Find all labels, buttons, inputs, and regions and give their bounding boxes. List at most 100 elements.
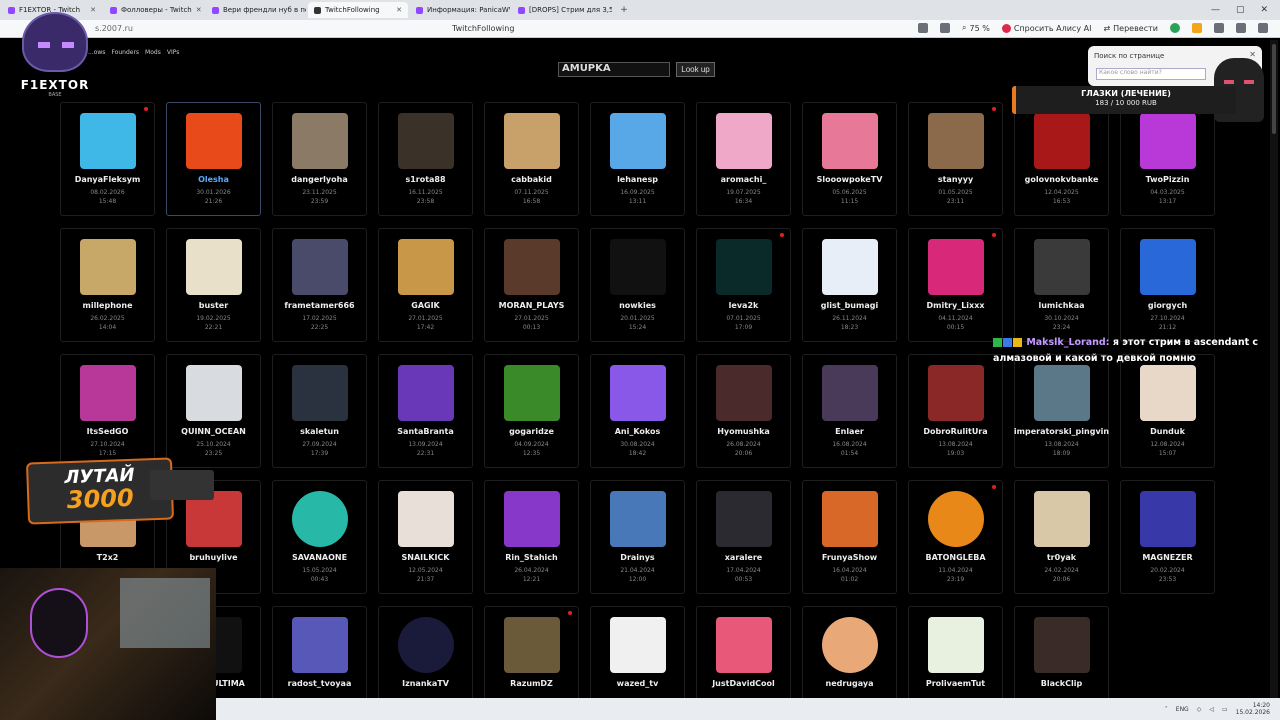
channel-name[interactable]: Rin_Stahich (505, 553, 557, 562)
avatar[interactable] (609, 113, 666, 169)
follow-card[interactable]: Hyomushka 26.08.2024 20:06 (696, 354, 791, 468)
follow-card[interactable]: tr0yak 24.02.2024 20:06 (1014, 480, 1109, 594)
minimize-icon[interactable]: — (1211, 5, 1220, 15)
url-field[interactable]: s.2007.ru (95, 24, 133, 33)
follow-card[interactable]: Ani_Kokos 30.08.2024 18:42 (590, 354, 685, 468)
avatar[interactable] (503, 617, 560, 673)
channel-name[interactable]: QUINN_OCEAN (181, 427, 246, 436)
channel-name[interactable]: GAGIK (411, 301, 440, 310)
avatar[interactable] (503, 113, 560, 169)
channel-name[interactable]: SAVANAONE (292, 553, 347, 562)
follow-card[interactable]: Olesha 30.01.2026 21:26 (166, 102, 261, 216)
channel-name[interactable]: dangerlyoha (291, 175, 347, 184)
channel-name[interactable]: Drainys (620, 553, 654, 562)
follow-card[interactable]: MAGNEZER 20.02.2024 23:53 (1120, 480, 1215, 594)
avatar[interactable] (1139, 365, 1196, 421)
channel-name[interactable]: millephone (82, 301, 132, 310)
follow-card[interactable]: BATONGLEBA 11.04.2024 23:19 (908, 480, 1003, 594)
follow-card[interactable]: cabbakid 07.11.2025 16:58 (484, 102, 579, 216)
follow-card[interactable]: s1rota88 16.11.2025 23:58 (378, 102, 473, 216)
channel-name[interactable]: MAGNEZER (1142, 553, 1192, 562)
follow-card[interactable]: Enlaer 16.08.2024 01:54 (802, 354, 897, 468)
follow-card[interactable]: frametamer666 17.02.2025 22:25 (272, 228, 367, 342)
channel-name[interactable]: radost_tvoyaa (288, 679, 352, 688)
avatar[interactable] (291, 491, 348, 547)
avatar[interactable] (715, 491, 772, 547)
channel-name[interactable]: IznankaTV (402, 679, 449, 688)
follow-card[interactable]: SAVANAONE 15.05.2024 00:43 (272, 480, 367, 594)
follow-card[interactable]: Drainys 21.04.2024 12:00 (590, 480, 685, 594)
translate-button[interactable]: ⇄ Перевести (1103, 24, 1158, 33)
channel-name[interactable]: bruhuylive (189, 553, 237, 562)
channel-name[interactable]: aromachi_ (721, 175, 767, 184)
channel-name[interactable]: frametamer666 (284, 301, 354, 310)
follow-card[interactable]: lehanesp 16.09.2025 13:11 (590, 102, 685, 216)
avatar[interactable] (609, 239, 666, 295)
avatar[interactable] (927, 365, 984, 421)
avatar[interactable] (1033, 365, 1090, 421)
avatar[interactable] (1139, 239, 1196, 295)
follow-card[interactable]: ItsSedGO 27.10.2024 17:15 (60, 354, 155, 468)
channel-name[interactable]: stanyyy (938, 175, 973, 184)
avatar[interactable] (291, 365, 348, 421)
alisa-button[interactable]: Спросить Алису AI (1001, 23, 1091, 33)
zoom-button[interactable]: ⌕ 75 % (962, 23, 990, 33)
channel-name[interactable]: tr0yak (1047, 553, 1076, 562)
follow-card[interactable]: DobroRulitUra 13.08.2024 19:03 (908, 354, 1003, 468)
channel-name[interactable]: glist_bumagi (821, 301, 878, 310)
download-icon[interactable] (1214, 23, 1224, 33)
channel-name[interactable]: JustDavidCool (712, 679, 775, 688)
follow-card[interactable]: SantaBranta 13.09.2024 22:31 (378, 354, 473, 468)
look-up-button[interactable]: Look up (676, 62, 715, 77)
avatar[interactable] (79, 239, 136, 295)
channel-name[interactable]: lumichkaa (1038, 301, 1084, 310)
channel-name[interactable]: leva2k (729, 301, 759, 310)
new-tab-button[interactable]: + (618, 4, 630, 16)
follow-card[interactable]: QUINN_OCEAN 25.10.2024 23:25 (166, 354, 261, 468)
avatar[interactable] (927, 617, 984, 673)
find-input[interactable]: Какое слово найти? (1096, 68, 1206, 80)
avatar[interactable] (927, 491, 984, 547)
follow-card[interactable]: aromachi_ 19.07.2025 16:34 (696, 102, 791, 216)
follow-card[interactable]: leva2k 07.01.2025 17:09 (696, 228, 791, 342)
avatar[interactable] (503, 365, 560, 421)
avatar[interactable] (1139, 113, 1196, 169)
browser-tab[interactable]: [DROPS] Стрим для 3,5 т...✕ (512, 2, 612, 18)
nav-vips[interactable]: VIPs (167, 49, 180, 56)
close-window-icon[interactable]: ✕ (1260, 5, 1268, 15)
avatar[interactable] (291, 617, 348, 673)
extension-icon[interactable] (1192, 23, 1202, 33)
avatar[interactable] (397, 239, 454, 295)
follow-card[interactable]: Dmitry_Lixxx 04.11.2024 00:15 (908, 228, 1003, 342)
follow-card[interactable]: SNAILKICK 12.05.2024 21:37 (378, 480, 473, 594)
channel-name[interactable]: Dunduk (1150, 427, 1185, 436)
follow-card[interactable]: lumichkaa 30.10.2024 23:24 (1014, 228, 1109, 342)
channel-name[interactable]: Enlaer (835, 427, 864, 436)
close-icon[interactable]: ✕ (196, 6, 202, 14)
scrollbar[interactable] (1270, 40, 1278, 698)
avatar[interactable] (397, 491, 454, 547)
avatar[interactable] (291, 113, 348, 169)
follow-card[interactable]: golovnokvbanke 12.04.2025 16:53 (1014, 102, 1109, 216)
follow-card[interactable]: gogaridze 04.09.2024 12:35 (484, 354, 579, 468)
channel-name[interactable]: SNAILKICK (402, 553, 450, 562)
avatar[interactable] (503, 239, 560, 295)
channel-name[interactable]: Olesha (198, 175, 229, 184)
channel-name[interactable]: skaletun (300, 427, 339, 436)
follow-card[interactable]: giorgych 27.10.2024 21:12 (1120, 228, 1215, 342)
avatar[interactable] (397, 113, 454, 169)
avatar[interactable] (715, 239, 772, 295)
nav-mods[interactable]: Mods (145, 49, 161, 56)
channel-name[interactable]: gogaridze (509, 427, 554, 436)
avatar[interactable] (185, 239, 242, 295)
volume-icon[interactable]: ◁ (1209, 706, 1214, 713)
channel-name[interactable]: golovnokvbanke (1025, 175, 1099, 184)
avatar[interactable] (927, 113, 984, 169)
channel-name[interactable]: MORAN_PLAYS (499, 301, 565, 310)
language-indicator[interactable]: ENG (1176, 706, 1189, 713)
avatar[interactable] (1139, 491, 1196, 547)
avatar[interactable] (79, 365, 136, 421)
follow-card[interactable]: dangerlyoha 23.11.2025 23:59 (272, 102, 367, 216)
avatar[interactable] (609, 491, 666, 547)
follow-card[interactable]: skaletun 27.09.2024 17:39 (272, 354, 367, 468)
